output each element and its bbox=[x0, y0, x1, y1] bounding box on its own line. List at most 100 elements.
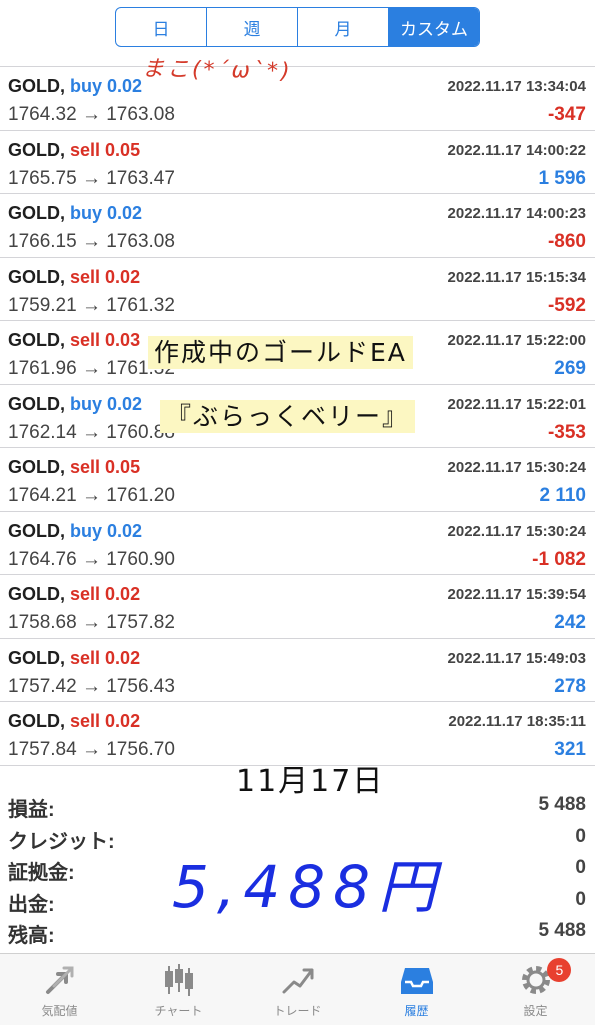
summary-value: 0 bbox=[575, 857, 586, 878]
deal-time: 2022.11.17 14:00:23 bbox=[447, 205, 586, 222]
deal-row[interactable]: GOLD, sell 0.02 2022.11.17 15:49:03 1757… bbox=[0, 639, 595, 702]
deal-prices: 1757.42 → 1756.43 bbox=[8, 675, 175, 697]
deal-profit: 1 596 bbox=[538, 167, 586, 189]
deal-row[interactable]: GOLD, sell 0.05 2022.11.17 14:00:22 1765… bbox=[0, 131, 595, 194]
summary-label: 出金: bbox=[8, 893, 55, 916]
deal-symbol: GOLD, sell 0.02 bbox=[8, 711, 141, 731]
tab-label: 気配値 bbox=[41, 1004, 78, 1018]
period-bar: 日 週 月 カスタム bbox=[0, 0, 595, 56]
deal-side: sell 0.02 bbox=[70, 647, 141, 668]
period-tab-custom[interactable]: カスタム bbox=[389, 8, 479, 46]
deal-prices: 1764.32 → 1763.08 bbox=[8, 104, 175, 125]
deal-prices: 1762.14 → 1760.88 bbox=[8, 421, 175, 443]
deal-symbol: GOLD, sell 0.03 bbox=[8, 330, 141, 350]
bottom-tab-bar: 気配値 チャート トレード 履歴 5 設定 bbox=[0, 953, 595, 1025]
history-inbox-icon bbox=[397, 962, 437, 998]
handwritten-ea-name: 『ぶらっくベリー』 bbox=[160, 397, 416, 433]
deal-profit: 269 bbox=[554, 358, 586, 379]
deal-side: buy 0.02 bbox=[70, 393, 143, 414]
deal-symbol: GOLD, buy 0.02 bbox=[8, 76, 143, 96]
deal-row[interactable]: GOLD, buy 0.02 2022.11.17 14:00:23 1766.… bbox=[0, 194, 595, 258]
deal-profit: -353 bbox=[547, 421, 586, 443]
period-segmented-control: 日 週 月 カスタム bbox=[115, 7, 480, 47]
deal-side: sell 0.05 bbox=[70, 457, 141, 477]
deal-profit: 321 bbox=[554, 739, 586, 760]
deal-symbol: GOLD, sell 0.02 bbox=[8, 266, 141, 287]
handwritten-total: 5,488円 bbox=[172, 853, 445, 921]
deal-time: 2022.11.17 15:49:03 bbox=[447, 649, 586, 667]
deal-row[interactable]: GOLD, sell 0.02 2022.11.17 15:39:54 1758… bbox=[0, 575, 595, 639]
deal-profit: 242 bbox=[554, 612, 586, 633]
summary-value: 5 488 bbox=[538, 794, 586, 815]
trade-trend-icon bbox=[278, 962, 318, 998]
deal-time: 2022.11.17 15:15:34 bbox=[447, 268, 586, 286]
deal-side: sell 0.03 bbox=[70, 330, 141, 350]
deal-profit: -1 082 bbox=[532, 548, 586, 570]
summary-label: 残高: bbox=[8, 925, 55, 947]
deal-time: 2022.11.17 14:00:22 bbox=[447, 141, 586, 159]
period-tab-day[interactable]: 日 bbox=[116, 8, 207, 46]
handwritten-author-note: まこ(*´ω`*) bbox=[141, 56, 293, 85]
deal-time: 2022.11.17 13:34:04 bbox=[447, 78, 586, 95]
tab-chart[interactable]: チャート bbox=[119, 954, 238, 1025]
summary-value: 0 bbox=[575, 888, 586, 910]
summary-label: 証拠金: bbox=[8, 862, 75, 884]
deal-time: 2022.11.17 15:22:00 bbox=[447, 332, 586, 349]
deal-prices: 1766.15 → 1763.08 bbox=[8, 231, 175, 252]
tab-label: 設定 bbox=[523, 1004, 548, 1018]
quotes-arrows-icon bbox=[40, 962, 80, 998]
tab-settings[interactable]: 5 設定 bbox=[476, 954, 595, 1025]
handwritten-ea-note: 作成中のゴールドEA bbox=[148, 333, 413, 369]
deal-side: sell 0.05 bbox=[70, 139, 141, 160]
deal-prices: 1757.84 → 1756.70 bbox=[8, 739, 175, 760]
deal-time: 2022.11.17 15:30:24 bbox=[447, 522, 586, 540]
settings-badge: 5 bbox=[547, 958, 572, 982]
deal-side: buy 0.02 bbox=[70, 520, 143, 541]
deal-side: sell 0.02 bbox=[70, 584, 141, 604]
deal-symbol: GOLD, buy 0.02 bbox=[8, 393, 143, 414]
tab-label: チャート bbox=[154, 1004, 203, 1018]
deal-time: 2022.11.17 18:35:11 bbox=[448, 713, 586, 730]
deal-profit: 2 110 bbox=[539, 485, 587, 506]
deal-side: sell 0.02 bbox=[70, 266, 141, 287]
deal-prices: 1758.68 → 1757.82 bbox=[8, 612, 175, 633]
tab-label: トレード bbox=[273, 1004, 322, 1018]
period-tab-week[interactable]: 週 bbox=[207, 8, 298, 46]
deal-symbol: GOLD, sell 0.05 bbox=[8, 139, 141, 160]
deal-profit: 278 bbox=[554, 675, 586, 697]
summary-value: 5 488 bbox=[538, 920, 586, 941]
deal-time: 2022.11.17 15:22:01 bbox=[447, 395, 586, 413]
summary-value: 0 bbox=[575, 825, 586, 847]
deal-symbol: GOLD, sell 0.02 bbox=[8, 584, 141, 604]
deal-symbol: GOLD, buy 0.02 bbox=[8, 203, 143, 223]
period-tab-month[interactable]: 月 bbox=[298, 8, 389, 46]
candlestick-chart-icon bbox=[159, 962, 199, 998]
deal-symbol: GOLD, sell 0.02 bbox=[8, 647, 141, 668]
deal-prices: 1764.21 → 1761.20 bbox=[8, 485, 175, 506]
tab-label: 履歴 bbox=[404, 1004, 429, 1018]
deal-profit: -592 bbox=[547, 294, 586, 316]
tab-trade[interactable]: トレード bbox=[238, 954, 357, 1025]
deal-time: 2022.11.17 15:30:24 bbox=[447, 459, 586, 476]
deal-profit: -860 bbox=[547, 231, 586, 252]
handwritten-date: 11月17日 bbox=[236, 764, 385, 799]
deal-row[interactable]: GOLD, sell 0.02 2022.11.17 15:15:34 1759… bbox=[0, 258, 595, 321]
highlighted-text: 『ぶらっくベリー』 bbox=[160, 400, 416, 433]
deal-side: buy 0.02 bbox=[70, 203, 143, 223]
highlighted-text: 作成中のゴールドEA bbox=[148, 336, 413, 369]
deal-row[interactable]: GOLD, buy 0.02 2022.11.17 15:30:24 1764.… bbox=[0, 512, 595, 575]
deal-side: buy 0.02 bbox=[70, 76, 143, 96]
deal-time: 2022.11.17 15:39:54 bbox=[447, 586, 586, 603]
deal-prices: 1759.21 → 1761.32 bbox=[8, 294, 175, 316]
tab-quotes[interactable]: 気配値 bbox=[0, 954, 119, 1025]
deal-side: sell 0.02 bbox=[70, 711, 141, 731]
deal-symbol: GOLD, buy 0.02 bbox=[8, 520, 143, 541]
summary-label: 損益: bbox=[8, 799, 55, 821]
deal-profit: -347 bbox=[547, 104, 586, 125]
deal-prices: 1765.75 → 1763.47 bbox=[8, 167, 175, 189]
summary-label: クレジット: bbox=[8, 830, 115, 853]
deal-row[interactable]: GOLD, sell 0.05 2022.11.17 15:30:24 1764… bbox=[0, 448, 595, 512]
deal-row[interactable]: GOLD, buy 0.02 2022.11.17 13:34:04 1764.… bbox=[0, 67, 595, 131]
deal-prices: 1764.76 → 1760.90 bbox=[8, 548, 175, 570]
tab-history[interactable]: 履歴 bbox=[357, 954, 476, 1025]
